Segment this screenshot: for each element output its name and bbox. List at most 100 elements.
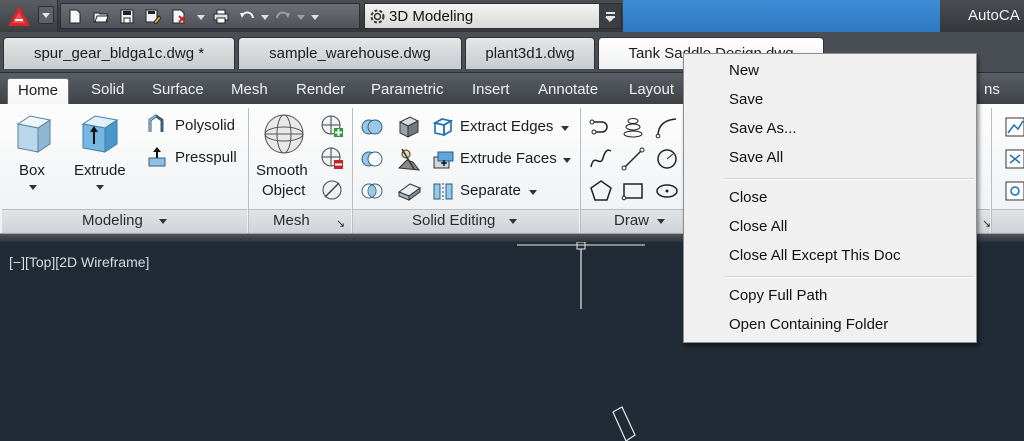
- smooth-object-label-line1: Smooth: [256, 162, 308, 179]
- box-button-label: Box: [19, 162, 45, 179]
- menu-item-copy-full-path[interactable]: Copy Full Path: [729, 287, 827, 304]
- box-icon[interactable]: [12, 112, 54, 156]
- separate-label[interactable]: Separate: [460, 182, 521, 199]
- file-tab-label: plant3d1.dwg: [485, 45, 575, 62]
- intersect-icon[interactable]: [360, 180, 384, 202]
- menu-item-close-all[interactable]: Close All: [729, 218, 787, 235]
- workspace-switcher[interactable]: 3D Modeling: [364, 3, 622, 29]
- save-as-icon[interactable]: [145, 9, 162, 25]
- tab-insert[interactable]: Insert: [472, 81, 510, 98]
- print-icon[interactable]: [213, 9, 229, 24]
- modeling-panel-chevron-down-icon[interactable]: [159, 219, 167, 224]
- tab-mesh[interactable]: Mesh: [231, 81, 268, 98]
- circle-icon[interactable]: [654, 146, 680, 172]
- presspull-label[interactable]: Presspull: [175, 149, 237, 166]
- mesh-split-icon[interactable]: [320, 146, 344, 170]
- partial-panel-bar: [992, 209, 1024, 233]
- extrude-faces-label[interactable]: Extrude Faces: [460, 150, 557, 167]
- menu-item-save-as[interactable]: Save As...: [729, 120, 797, 137]
- extrude-faces-icon[interactable]: [432, 148, 454, 170]
- tab-home[interactable]: Home: [7, 78, 70, 105]
- file-tab-spur-gear[interactable]: spur_gear_bldga1c.dwg *: [3, 37, 235, 69]
- tab-partial[interactable]: ns: [984, 81, 1000, 98]
- menu-icon-gutter: [684, 54, 718, 342]
- separate-chevron-down-icon[interactable]: [529, 190, 537, 195]
- menu-item-save[interactable]: Save: [729, 91, 763, 108]
- tab-parametric[interactable]: Parametric: [371, 81, 444, 98]
- mesh-refine-icon[interactable]: [320, 114, 344, 138]
- redo-dropdown-chevron-down-icon[interactable]: [297, 9, 305, 24]
- ellipse-icon[interactable]: [654, 178, 680, 204]
- polysolid-label[interactable]: Polysolid: [175, 117, 235, 134]
- box-chevron-down-icon[interactable]: [29, 185, 37, 190]
- helix-icon[interactable]: [620, 114, 646, 140]
- tab-annotate[interactable]: Annotate: [538, 81, 598, 98]
- menu-separator: [724, 178, 974, 179]
- thicken-icon[interactable]: [396, 178, 422, 204]
- file-tab-sample-warehouse[interactable]: sample_warehouse.dwg: [238, 37, 462, 69]
- draw-panel-chevron-down-icon[interactable]: [657, 219, 665, 224]
- tab-render[interactable]: Render: [296, 81, 345, 98]
- partial-tool-icon-2[interactable]: [1003, 148, 1024, 170]
- presspull-icon[interactable]: [146, 146, 168, 168]
- polygon-icon[interactable]: [588, 178, 614, 204]
- partial-tool-icon-3[interactable]: [1003, 180, 1024, 202]
- menu-item-open-containing-folder[interactable]: Open Containing Folder: [729, 316, 888, 333]
- publish-icon[interactable]: [171, 9, 187, 24]
- new-file-icon[interactable]: [67, 9, 83, 24]
- file-tab-context-menu: New Save Save As... Save All Close Close…: [683, 53, 977, 343]
- tab-surface[interactable]: Surface: [152, 81, 204, 98]
- extract-edges-label[interactable]: Extract Edges: [460, 118, 553, 135]
- extract-edges-icon[interactable]: [432, 116, 454, 138]
- extrude-faces-chevron-down-icon[interactable]: [563, 158, 571, 163]
- menu-item-close-all-except-this-doc[interactable]: Close All Except This Doc: [729, 247, 900, 264]
- solid-editing-panel-chevron-down-icon[interactable]: [509, 219, 517, 224]
- redo-icon[interactable]: [275, 9, 291, 24]
- line-icon[interactable]: [620, 146, 646, 172]
- workspace-dropdown-chevron-down-icon[interactable]: [599, 4, 621, 28]
- extrude-chevron-down-icon[interactable]: [96, 185, 104, 190]
- modeling-panel-title: Modeling: [82, 212, 143, 229]
- tab-solid[interactable]: Solid: [91, 81, 124, 98]
- title-bar-fill: [623, 0, 940, 32]
- extrude-icon[interactable]: [79, 112, 121, 156]
- menu-separator: [724, 276, 974, 277]
- application-menu-chevron-down-icon[interactable]: [38, 6, 54, 24]
- polyline-icon[interactable]: [588, 114, 614, 140]
- app-title: AutoCA: [968, 7, 1020, 24]
- polysolid-icon[interactable]: [146, 114, 168, 136]
- smooth-object-label-line2: Object: [262, 182, 306, 199]
- file-tab-label: spur_gear_bldga1c.dwg *: [33, 45, 205, 62]
- tab-layout[interactable]: Layout: [629, 81, 674, 98]
- undo-dropdown-chevron-down-icon[interactable]: [261, 9, 269, 24]
- open-folder-icon[interactable]: [93, 9, 109, 24]
- application-menu-button[interactable]: [0, 0, 58, 32]
- partial-tool-icon-1[interactable]: [1003, 116, 1024, 138]
- qa-divider: [311, 9, 319, 24]
- rectangle-icon[interactable]: [620, 178, 646, 204]
- title-bar: 3D Modeling AutoCA: [0, 0, 1024, 32]
- menu-item-close[interactable]: Close: [729, 189, 767, 206]
- menu-item-new[interactable]: New: [729, 62, 759, 79]
- quick-access-toolbar: [60, 3, 360, 29]
- union-icon[interactable]: [360, 116, 384, 138]
- slice-icon[interactable]: [396, 146, 422, 172]
- arc-icon[interactable]: [654, 114, 680, 140]
- subtract-icon[interactable]: [360, 148, 384, 170]
- panel-launcher-icon[interactable]: ↘: [982, 217, 991, 230]
- mesh-crease-icon[interactable]: [320, 178, 344, 202]
- spline-icon[interactable]: [588, 146, 614, 172]
- viewport-controls-label[interactable]: [−][Top][2D Wireframe]: [9, 254, 149, 270]
- qa-dropdown-chevron-down-icon[interactable]: [197, 9, 205, 24]
- workspace-name: 3D Modeling: [389, 8, 474, 25]
- extract-edges-chevron-down-icon[interactable]: [561, 126, 569, 131]
- menu-item-save-all[interactable]: Save All: [729, 149, 783, 166]
- separate-icon[interactable]: [432, 180, 454, 202]
- undo-icon[interactable]: [239, 9, 255, 24]
- file-tab-plant3d1[interactable]: plant3d1.dwg: [465, 37, 595, 69]
- smooth-object-icon[interactable]: [262, 112, 306, 156]
- interfere-icon[interactable]: [396, 114, 422, 140]
- save-icon[interactable]: [119, 9, 135, 24]
- gear-icon: [369, 8, 386, 25]
- mesh-panel-launcher-icon[interactable]: ↘: [336, 217, 345, 230]
